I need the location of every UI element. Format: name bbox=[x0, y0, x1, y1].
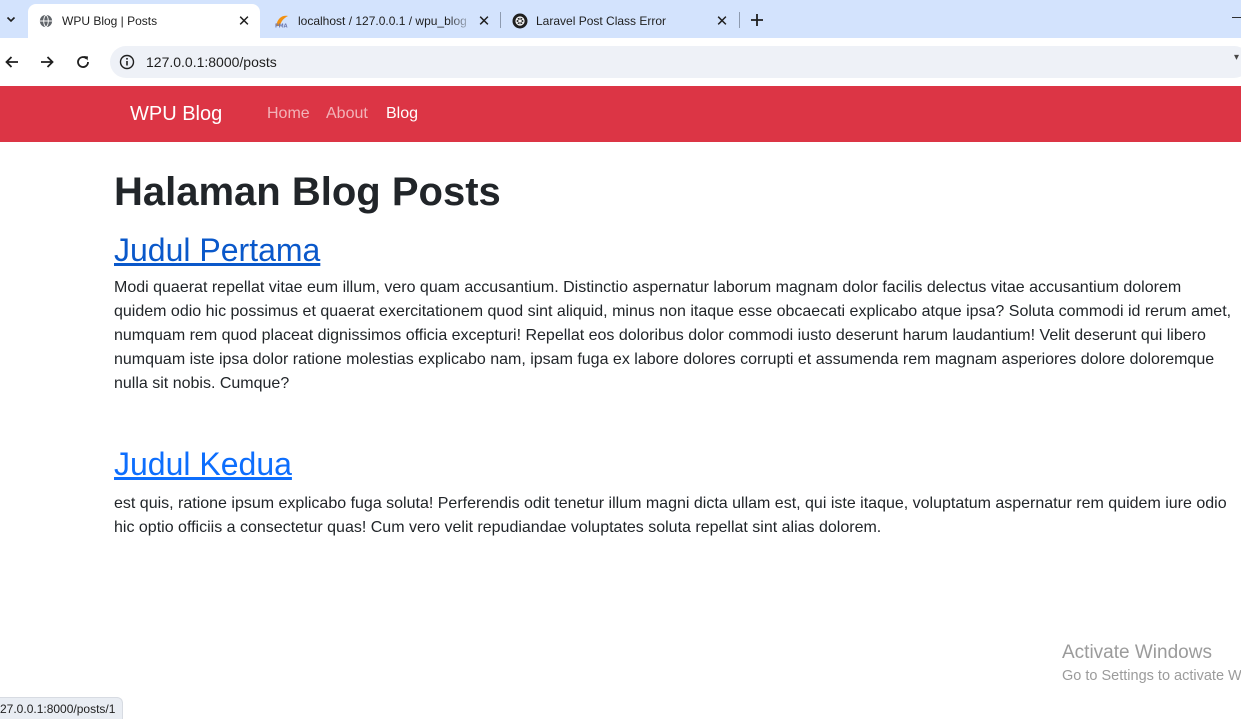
nav-link-blog[interactable]: Blog bbox=[386, 105, 418, 123]
tab-title: localhost / 127.0.0.1 / wpu_blog bbox=[298, 14, 467, 28]
chevron-down-icon[interactable]: ▾ bbox=[1234, 52, 1241, 63]
forward-arrow-icon[interactable] bbox=[35, 50, 59, 74]
navbar-brand[interactable]: WPU Blog bbox=[130, 103, 222, 126]
site-info-icon[interactable] bbox=[116, 51, 138, 73]
browser-toolbar: 127.0.0.1:8000/posts ▾ bbox=[0, 38, 1241, 86]
tab-separator bbox=[739, 12, 740, 28]
close-tab-icon[interactable]: ✕ bbox=[474, 11, 494, 31]
openai-icon bbox=[512, 13, 528, 29]
tab-wpu-blog-posts[interactable]: WPU Blog | Posts ✕ bbox=[28, 4, 260, 38]
tab-phpmyadmin[interactable]: PMA localhost / 127.0.0.1 / wpu_blog ✕ bbox=[264, 4, 500, 38]
post-excerpt: est quis, ratione ipsum explicabo fuga s… bbox=[114, 495, 1227, 536]
url-text: 127.0.0.1:8000/posts bbox=[146, 54, 277, 70]
tab-title: WPU Blog | Posts bbox=[62, 14, 158, 28]
new-tab-plus-icon[interactable] bbox=[745, 8, 769, 32]
nav-link-about[interactable]: About bbox=[326, 105, 368, 123]
tab-separator bbox=[500, 12, 501, 28]
page-title: Halaman Blog Posts bbox=[114, 170, 501, 214]
address-bar[interactable]: 127.0.0.1:8000/posts bbox=[110, 46, 1241, 78]
tab-title: Laravel Post Class Error bbox=[536, 14, 667, 28]
phpmyadmin-icon: PMA bbox=[274, 13, 290, 29]
tab-search-chevron-icon[interactable] bbox=[0, 6, 22, 32]
watermark-title: Activate Windows bbox=[1062, 642, 1212, 663]
nav-link-home[interactable]: Home bbox=[267, 105, 310, 123]
activate-windows-watermark: Activate Windows Go to Settings to activ… bbox=[1062, 642, 1241, 686]
globe-icon bbox=[38, 13, 54, 29]
minimize-icon[interactable]: — bbox=[1232, 8, 1241, 24]
svg-text:PMA: PMA bbox=[275, 24, 288, 29]
site-navbar: WPU Blog Home About Blog bbox=[0, 86, 1241, 142]
back-arrow-icon[interactable] bbox=[0, 50, 24, 74]
watermark-subtitle: Go to Settings to activate W bbox=[1062, 668, 1241, 684]
close-tab-icon[interactable]: ✕ bbox=[234, 11, 254, 31]
post-title-link[interactable]: Judul Pertama bbox=[114, 231, 320, 269]
link-status-bubble: 27.0.0.1:8000/posts/1 bbox=[0, 697, 124, 719]
tab-laravel-error[interactable]: Laravel Post Class Error ✕ bbox=[502, 4, 738, 38]
reload-icon[interactable] bbox=[71, 50, 95, 74]
post-excerpt: Modi quaerat repellat vitae eum illum, v… bbox=[114, 279, 1232, 392]
post-title-link[interactable]: Judul Kedua bbox=[114, 445, 292, 483]
close-tab-icon[interactable]: ✕ bbox=[712, 11, 732, 31]
tab-strip: WPU Blog | Posts ✕ PMA localhost / 127.0… bbox=[0, 0, 1241, 38]
